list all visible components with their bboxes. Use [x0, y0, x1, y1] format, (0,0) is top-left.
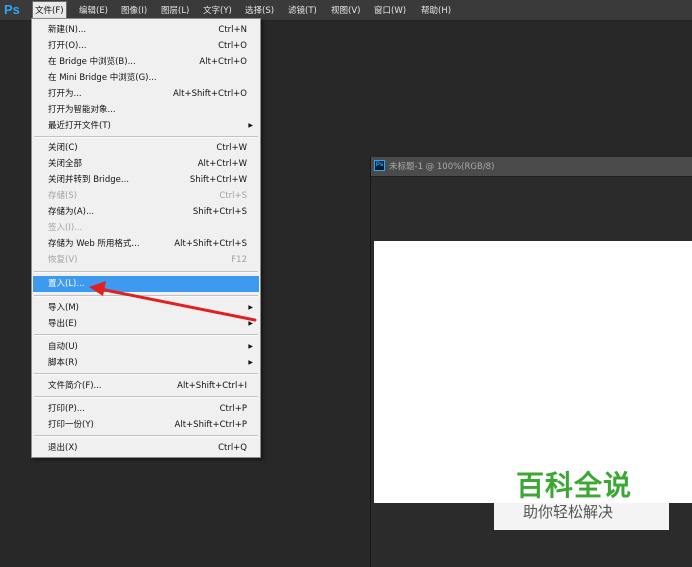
menu-separator [34, 396, 258, 398]
menu-item-print[interactable]: 打印(P)... Ctrl+P [33, 401, 259, 417]
menu-item-label: 打印(P)... [48, 404, 85, 414]
menu-item-label: 存储(S) [48, 191, 78, 201]
menu-item-shortcut: Ctrl+Q [218, 443, 247, 453]
menu-item-label: 恢复(V) [48, 255, 78, 265]
menu-separator [34, 435, 258, 437]
menu-item-open-as[interactable]: 打开为... Alt+Shift+Ctrl+O [33, 86, 259, 102]
menu-item-shortcut: Ctrl+S [219, 191, 247, 201]
file-menu-dropdown: 新建(N)... Ctrl+N 打开(O)... Ctrl+O 在 Bridge… [31, 18, 261, 458]
menu-item-file-info[interactable]: 文件简介(F)... Alt+Shift+Ctrl+I [33, 378, 259, 394]
submenu-arrow-icon: ▶ [248, 304, 253, 311]
watermark-subtitle: 助你轻松解决 [523, 503, 614, 521]
menu-item-close[interactable]: 关闭(C) Ctrl+W [33, 140, 259, 156]
menu-item-label: 在 Mini Bridge 中浏览(G)... [48, 73, 157, 83]
menu-item-label: 签入(I)... [48, 223, 83, 233]
photoshop-document-icon: Ps [374, 160, 385, 171]
menu-item-close-all[interactable]: 关闭全部 Alt+Ctrl+W [33, 156, 259, 172]
menu-item-label: 最近打开文件(T) [48, 121, 111, 131]
menu-item-shortcut: Alt+Shift+Ctrl+O [172, 89, 247, 99]
menu-window[interactable]: 窗口(W) [374, 3, 406, 19]
menu-item-label: 打开为智能对象... [48, 105, 116, 115]
menu-item-shortcut: Ctrl+O [218, 41, 247, 51]
menu-item-label: 在 Bridge 中浏览(B)... [48, 57, 136, 67]
menu-item-check-in: 签入(I)... [33, 220, 259, 236]
menu-item-label: 打开为... [48, 89, 82, 99]
menu-item-label: 脚本(R) [48, 358, 78, 368]
menu-item-label: 打开(O)... [48, 41, 87, 51]
menu-item-save-for-web[interactable]: 存储为 Web 所用格式... Alt+Shift+Ctrl+S [33, 236, 259, 252]
menu-item-revert: 恢复(V) F12 [33, 252, 259, 268]
menu-select[interactable]: 选择(S) [245, 3, 274, 19]
menu-item-browse-in-mini-bridge[interactable]: 在 Mini Bridge 中浏览(G)... [33, 70, 259, 86]
watermark-title: 百科全说 [516, 469, 633, 502]
menu-separator [34, 334, 258, 336]
watermark: 百科全说 助你轻松解决 [494, 462, 669, 530]
menu-item-open-recent[interactable]: 最近打开文件(T) ▶ [33, 118, 259, 134]
menu-item-label: 置入(L)... [48, 279, 85, 289]
menu-item-print-one-copy[interactable]: 打印一份(Y) Alt+Shift+Ctrl+P [33, 417, 259, 433]
menu-separator [34, 271, 258, 273]
menu-item-automate[interactable]: 自动(U) ▶ [33, 339, 259, 355]
menu-separator [34, 136, 258, 138]
menu-item-shortcut: Shift+Ctrl+S [192, 207, 247, 217]
menu-item-label: 新建(N)... [48, 25, 87, 35]
menu-separator [34, 295, 258, 297]
menu-item-shortcut: Alt+Ctrl+O [199, 57, 247, 67]
submenu-arrow-icon: ▶ [248, 320, 253, 327]
menu-item-shortcut: Shift+Ctrl+W [189, 175, 247, 185]
menu-item-shortcut: Alt+Shift+Ctrl+I [177, 381, 247, 391]
menu-item-close-and-go-to-bridge[interactable]: 关闭并转到 Bridge... Shift+Ctrl+W [33, 172, 259, 188]
document-title: 未标题-1 @ 100%(RGB/8) [389, 162, 495, 172]
menu-type[interactable]: 文字(Y) [203, 3, 232, 19]
menu-item-export[interactable]: 导出(E) ▶ [33, 316, 259, 332]
menu-item-label: 导出(E) [48, 319, 78, 329]
menu-item-label: 自动(U) [48, 342, 78, 352]
menu-item-label: 导入(M) [48, 303, 79, 313]
menu-separator [34, 373, 258, 375]
menu-item-shortcut: Alt+Ctrl+W [197, 159, 247, 169]
menu-view[interactable]: 视图(V) [331, 3, 360, 19]
menu-item-place[interactable]: 置入(L)... [33, 276, 259, 292]
menu-item-new[interactable]: 新建(N)... Ctrl+N [33, 22, 259, 38]
menu-image[interactable]: 图像(I) [121, 3, 147, 19]
menu-item-shortcut: Ctrl+N [218, 25, 247, 35]
submenu-arrow-icon: ▶ [248, 359, 253, 366]
menu-item-save-as[interactable]: 存储为(A)... Shift+Ctrl+S [33, 204, 259, 220]
submenu-arrow-icon: ▶ [248, 343, 253, 350]
menu-item-label: 关闭(C) [48, 143, 78, 153]
menu-item-label: 关闭并转到 Bridge... [48, 175, 130, 185]
menu-item-save: 存储(S) Ctrl+S [33, 188, 259, 204]
document-tab[interactable]: Ps 未标题-1 @ 100%(RGB/8) [371, 157, 692, 177]
photoshop-logo: Ps [4, 2, 20, 17]
menu-item-exit[interactable]: 退出(X) Ctrl+Q [33, 440, 259, 456]
menu-item-shortcut: F12 [231, 255, 247, 265]
menu-item-shortcut: Alt+Shift+Ctrl+S [174, 239, 247, 249]
menu-item-label: 打印一份(Y) [48, 420, 94, 430]
menu-item-label: 关闭全部 [48, 159, 83, 169]
menu-item-shortcut: Ctrl+P [219, 404, 247, 414]
menu-layer[interactable]: 图层(L) [161, 3, 189, 19]
menu-edit[interactable]: 编辑(E) [79, 3, 108, 19]
menu-item-label: 退出(X) [48, 443, 78, 453]
menu-item-shortcut: Alt+Shift+Ctrl+P [174, 420, 247, 430]
submenu-arrow-icon: ▶ [248, 122, 253, 129]
menu-item-browse-in-bridge[interactable]: 在 Bridge 中浏览(B)... Alt+Ctrl+O [33, 54, 259, 70]
menu-item-label: 文件简介(F)... [48, 381, 102, 391]
menu-item-label: 存储为 Web 所用格式... [48, 239, 140, 249]
menu-item-open[interactable]: 打开(O)... Ctrl+O [33, 38, 259, 54]
menu-item-scripts[interactable]: 脚本(R) ▶ [33, 355, 259, 371]
menu-item-import[interactable]: 导入(M) ▶ [33, 300, 259, 316]
menu-item-shortcut: Ctrl+W [216, 143, 247, 153]
menu-item-open-as-smart-object[interactable]: 打开为智能对象... [33, 102, 259, 118]
menu-help[interactable]: 帮助(H) [421, 3, 451, 19]
menu-filter[interactable]: 滤镜(T) [288, 3, 317, 19]
menu-item-label: 存储为(A)... [48, 207, 95, 217]
